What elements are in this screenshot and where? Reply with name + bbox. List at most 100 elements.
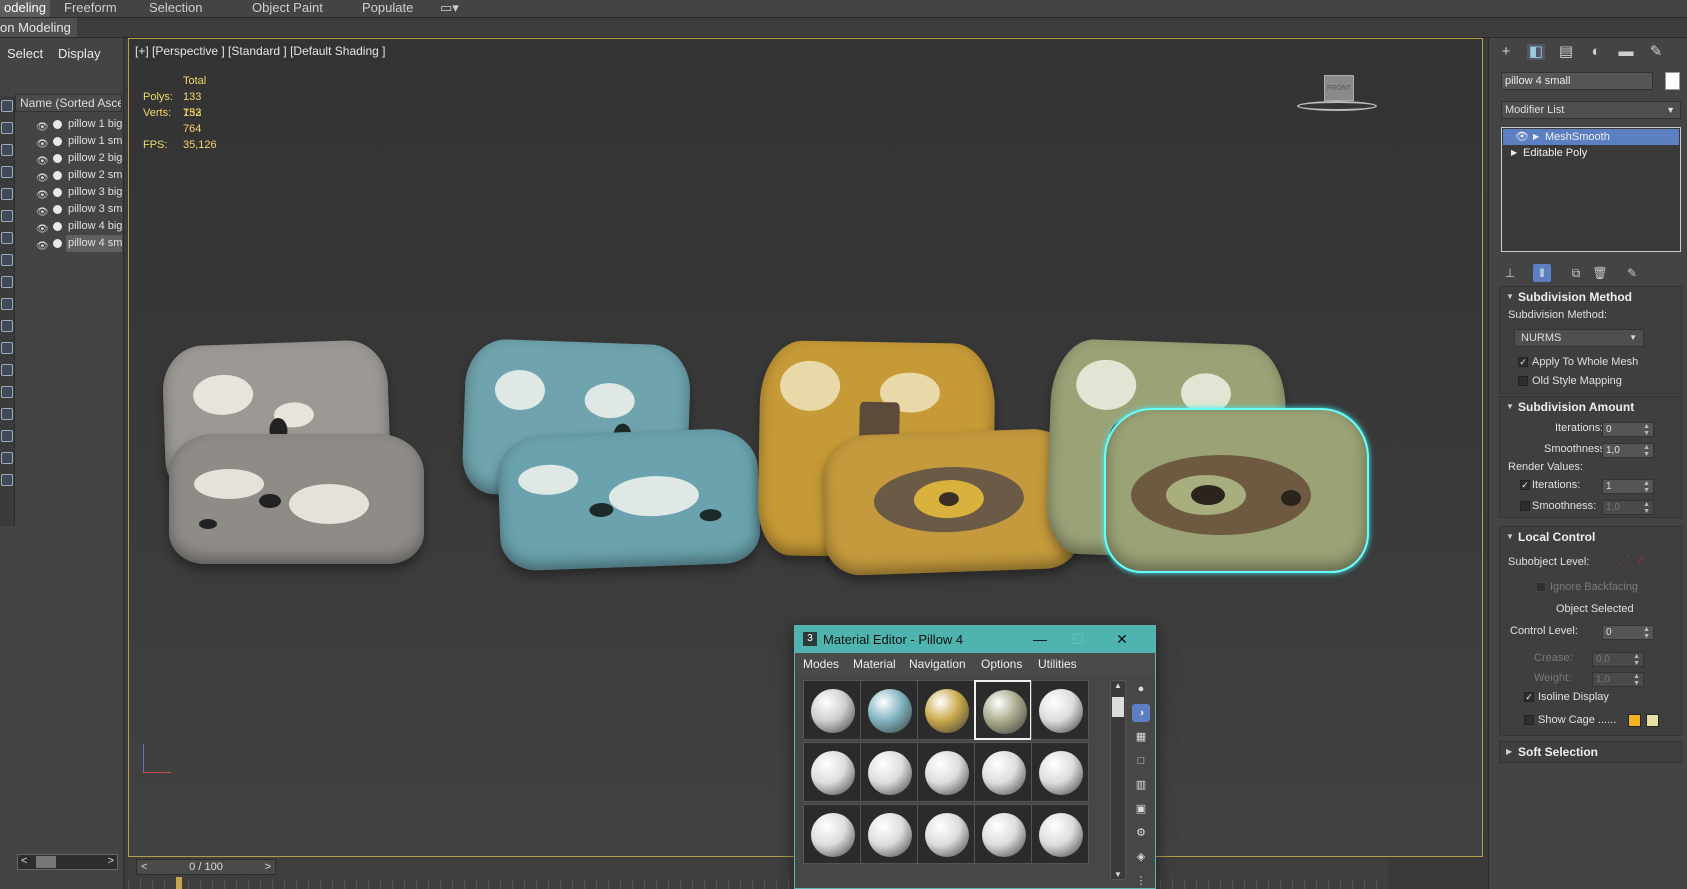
viewcube-compass-ring[interactable] — [1297, 101, 1377, 111]
minimize-button[interactable]: — — [1025, 626, 1055, 653]
freeze-dot-icon[interactable] — [53, 222, 62, 231]
explorer-filter-icon[interactable] — [1, 276, 13, 288]
explorer-filter-icon[interactable] — [1, 254, 13, 266]
explorer-item[interactable]: 👁 pillow 1 big — [36, 116, 122, 133]
explorer-filter-icon[interactable] — [1, 408, 13, 420]
sample-type-sphere-icon[interactable]: ● — [1132, 680, 1150, 698]
crease-spinner[interactable]: 0,0 ▲ ▼ — [1592, 652, 1644, 667]
ribbon-tab-freeform[interactable]: Freeform — [60, 0, 121, 17]
explorer-filter-icon[interactable] — [1, 188, 13, 200]
video-color-check-icon[interactable]: ▥ — [1132, 776, 1150, 794]
cage-color-swatch-1[interactable] — [1628, 714, 1641, 727]
eye-icon[interactable]: 👁 — [1515, 129, 1529, 145]
material-editor-titlebar[interactable]: 3 Material Editor - Pillow 4 — ☐ ✕ — [795, 626, 1155, 653]
stack-item-editable-poly[interactable]: ▶ Editable Poly — [1503, 145, 1679, 161]
explorer-column-header[interactable]: Name (Sorted Ascen — [15, 94, 122, 112]
material-map-navigator-icon[interactable]: ⋮ — [1132, 872, 1150, 889]
create-tab-icon[interactable]: + — [1497, 44, 1515, 60]
object-color-swatch[interactable] — [1665, 72, 1680, 90]
make-unique-icon[interactable]: ⧉ — [1567, 264, 1585, 282]
menu-options[interactable]: Options — [981, 657, 1022, 671]
background-checker-icon[interactable]: ▦ — [1132, 728, 1150, 746]
edge-subobject-icon[interactable]: ⁄ — [1640, 553, 1642, 567]
old-style-mapping-checkbox[interactable] — [1518, 376, 1528, 386]
rollout-title[interactable]: ▶ Soft Selection — [1500, 742, 1683, 762]
smoothness-spinner[interactable]: 1,0 ▲ ▼ — [1602, 443, 1654, 458]
rollout-title[interactable]: ▼ Subdivision Amount — [1500, 397, 1683, 417]
render-smoothness-spinner[interactable]: 1,0 ▲ ▼ — [1602, 500, 1654, 515]
display-tab-icon[interactable]: ▬ — [1617, 44, 1635, 60]
expand-triangle-icon[interactable]: ▶ — [1511, 145, 1517, 161]
next-frame-icon[interactable]: > — [265, 860, 271, 874]
timeline-ticks[interactable] — [128, 879, 1388, 889]
control-level-spinner[interactable]: 0 ▲ ▼ — [1602, 625, 1654, 640]
explorer-item[interactable]: 👁 pillow 3 sm — [36, 201, 122, 218]
modifier-list-dropdown[interactable]: Modifier List ▼ — [1501, 101, 1681, 119]
explorer-filter-icon[interactable] — [1, 320, 13, 332]
material-slot[interactable] — [974, 804, 1032, 864]
motion-tab-icon[interactable]: ◐ — [1587, 44, 1605, 60]
pillow-2-small[interactable] — [496, 427, 762, 572]
prev-frame-icon[interactable]: < — [141, 860, 147, 874]
sample-uv-tiling-icon[interactable]: □ — [1132, 752, 1150, 770]
menu-material[interactable]: Material — [853, 657, 896, 671]
freeze-dot-icon[interactable] — [53, 120, 62, 129]
material-slot[interactable] — [803, 680, 861, 740]
viewport-label[interactable]: [+] [Perspective ] [Standard ] [Default … — [135, 44, 385, 58]
ribbon-tab-populate[interactable]: Populate — [358, 0, 417, 17]
material-slot[interactable] — [917, 680, 975, 740]
remove-modifier-icon[interactable]: 🗑 — [1591, 264, 1609, 282]
menu-modes[interactable]: Modes — [803, 657, 839, 671]
render-smoothness-checkbox[interactable] — [1520, 501, 1530, 511]
modify-tab-icon[interactable]: ◧ — [1527, 44, 1545, 60]
configure-modifier-sets-icon[interactable]: ✎ — [1623, 264, 1641, 282]
show-end-result-icon[interactable]: ‖ — [1533, 264, 1551, 282]
hierarchy-tab-icon[interactable]: ▤ — [1557, 44, 1575, 60]
eye-icon[interactable]: 👁 — [36, 136, 49, 150]
explorer-filter-icon[interactable] — [1, 232, 13, 244]
viewcube[interactable]: FRONT — [1324, 75, 1354, 101]
vertex-subobject-icon[interactable]: ⋰ — [1618, 553, 1630, 567]
subdivision-method-dropdown[interactable]: NURMS ▼ — [1514, 329, 1644, 347]
explorer-filter-icon[interactable] — [1, 364, 13, 376]
material-slot[interactable] — [917, 804, 975, 864]
select-by-material-icon[interactable]: ◈ — [1132, 848, 1150, 866]
expand-triangle-icon[interactable]: ▶ — [1533, 129, 1539, 145]
frame-slider[interactable]: < 0 / 100 > — [136, 859, 276, 875]
explorer-menu-select[interactable]: Select — [7, 46, 43, 61]
eye-icon[interactable]: 👁 — [36, 170, 49, 184]
rollout-title[interactable]: ▼ Local Control — [1500, 527, 1683, 547]
eye-icon[interactable]: 👁 — [36, 119, 49, 133]
make-preview-icon[interactable]: ▣ — [1132, 800, 1150, 818]
eye-icon[interactable]: 👁 — [36, 238, 49, 252]
eye-icon[interactable]: 👁 — [36, 221, 49, 235]
iterations-spinner[interactable]: 0 ▲ ▼ — [1602, 422, 1654, 437]
freeze-dot-icon[interactable] — [53, 239, 62, 248]
eye-icon[interactable]: 👁 — [36, 187, 49, 201]
eye-icon[interactable]: 👁 — [36, 153, 49, 167]
ribbon-tab-selection[interactable]: Selection — [145, 0, 206, 17]
render-iterations-spinner[interactable]: 1 ▲ ▼ — [1602, 479, 1654, 494]
explorer-filter-icon[interactable] — [1, 474, 13, 486]
close-button[interactable]: ✕ — [1107, 626, 1137, 653]
explorer-filter-icon[interactable] — [1, 100, 13, 112]
backlight-icon[interactable]: ◑ — [1132, 704, 1150, 722]
material-slot[interactable] — [1031, 680, 1089, 740]
pillow-4-small-selected[interactable] — [1104, 408, 1369, 573]
show-cage-checkbox[interactable] — [1524, 715, 1534, 725]
pillow-3-small[interactable] — [821, 427, 1082, 577]
time-marker[interactable] — [176, 877, 182, 889]
apply-whole-mesh-checkbox[interactable]: ✓ — [1518, 357, 1528, 367]
explorer-filter-icon[interactable] — [1, 342, 13, 354]
scroll-left-icon[interactable]: < — [21, 855, 27, 867]
material-slot[interactable] — [803, 742, 861, 802]
scrollbar-thumb[interactable] — [36, 856, 56, 868]
material-slot[interactable] — [974, 680, 1032, 740]
eye-icon[interactable]: 👁 — [36, 204, 49, 218]
isoline-display-checkbox[interactable]: ✓ — [1524, 692, 1534, 702]
material-slot[interactable] — [917, 742, 975, 802]
explorer-horizontal-scrollbar[interactable]: < > — [17, 854, 118, 870]
scroll-up-icon[interactable]: ▲ — [1114, 681, 1122, 690]
material-slot[interactable] — [860, 680, 918, 740]
material-slot[interactable] — [1031, 742, 1089, 802]
